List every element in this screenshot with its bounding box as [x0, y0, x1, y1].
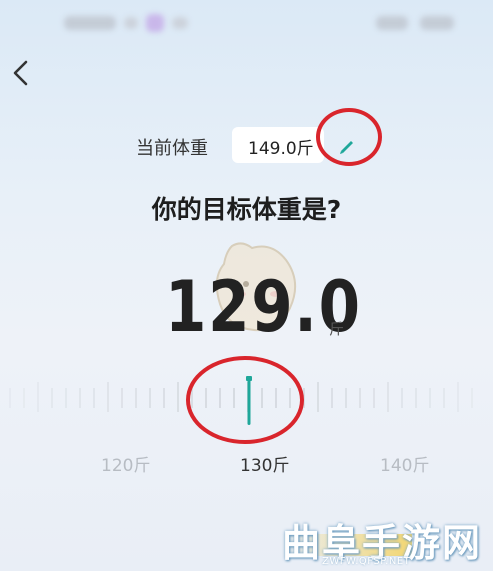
ruler-label-120: 120斤 — [101, 456, 151, 476]
current-weight-value: 149.0斤 — [248, 139, 314, 159]
chevron-left-icon — [13, 60, 28, 86]
ruler-tick — [345, 388, 347, 408]
target-weight-value: 129.0 — [165, 266, 362, 348]
ruler-tick — [9, 388, 11, 408]
ruler-tick — [149, 388, 151, 408]
ruler-tick — [177, 382, 179, 412]
status-icon — [146, 14, 164, 32]
wifi-icon — [376, 16, 408, 30]
ruler-tick — [457, 382, 459, 412]
ruler-tick — [415, 388, 417, 408]
back-button[interactable] — [10, 58, 34, 88]
current-weight-label: 当前体重 — [136, 138, 208, 159]
ruler-tick — [471, 388, 473, 408]
target-weight-unit: 斤 — [329, 320, 345, 338]
status-icon — [172, 17, 188, 29]
watermark-url: ZWFW.QFSP.NET — [322, 556, 411, 567]
highlight-circle — [316, 108, 382, 166]
ruler-tick — [443, 388, 445, 408]
ruler-tick — [331, 388, 333, 408]
page-title: 你的目标体重是? — [151, 195, 342, 224]
current-weight-field[interactable]: 149.0斤 — [232, 127, 324, 163]
ruler-tick — [65, 388, 67, 408]
ruler-label-130: 130斤 — [240, 456, 290, 476]
watermark-title: 曲阜手游网 — [282, 512, 490, 565]
ruler-tick — [135, 388, 137, 408]
ruler-tick — [387, 382, 389, 412]
ruler-tick — [121, 388, 123, 408]
ruler-tick — [163, 388, 165, 408]
ruler-tick — [107, 382, 109, 412]
ruler-tick — [93, 388, 95, 408]
ruler-tick — [23, 388, 25, 408]
ruler-tick — [79, 388, 81, 408]
ruler-label-140: 140斤 — [380, 456, 430, 476]
current-weight-row: 当前体重 149.0斤 — [0, 124, 493, 168]
ruler-tick — [373, 388, 375, 408]
ruler-tick — [429, 388, 431, 408]
battery-icon — [420, 16, 454, 30]
ruler-tick — [317, 382, 319, 412]
status-bar — [0, 0, 493, 44]
ruler-tick — [401, 388, 403, 408]
ruler-tick — [37, 382, 39, 412]
ruler-tick — [51, 388, 53, 408]
highlight-circle — [186, 356, 304, 444]
status-icon — [124, 17, 138, 29]
ruler-tick — [359, 388, 361, 408]
watermark: 曲阜手游网 ZWFW.QFSP.NET — [282, 512, 490, 568]
status-time — [64, 16, 116, 30]
